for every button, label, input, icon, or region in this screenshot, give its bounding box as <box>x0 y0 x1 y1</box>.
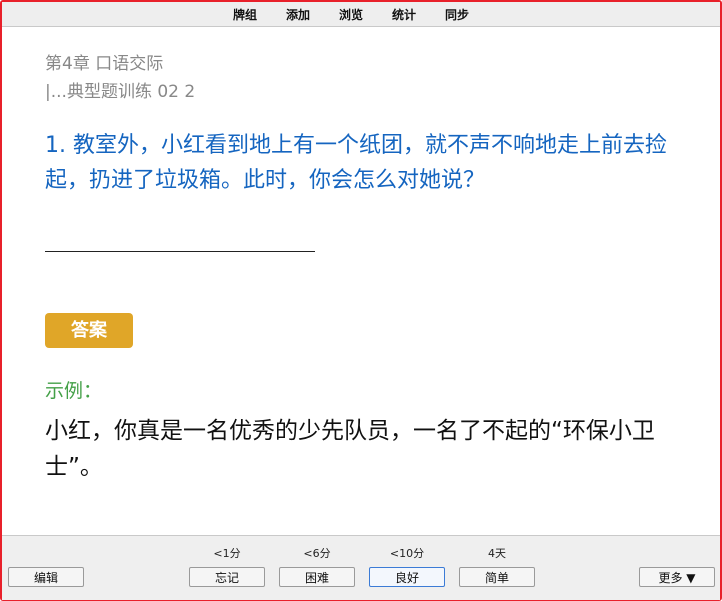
answer-badge: 答案 <box>45 313 133 348</box>
answer-blank-line <box>45 251 315 252</box>
interval-hard: <6分 <box>303 547 331 560</box>
answer-text: 小红，你真是一名优秀的少先队员，一名了不起的“环保小卫士”。 <box>45 418 655 480</box>
question-text: 1. 教室外，小红看到地上有一个纸团，就不声不响地走上前去捡起，扔进了垃圾箱。此… <box>45 133 667 193</box>
deck-name: 第4章 口语交际 <box>45 54 164 74</box>
more-button[interactable]: 更多 ▼ <box>639 567 715 587</box>
interval-easy: 4天 <box>488 547 506 560</box>
top-menu-bar: 牌组 添加 浏览 统计 同步 <box>2 2 720 27</box>
good-button[interactable]: 良好 <box>369 567 445 587</box>
again-button[interactable]: 忘记 <box>189 567 265 587</box>
interval-good: <10分 <box>389 547 425 560</box>
example-label: 示例： <box>45 380 103 402</box>
menu-decks[interactable]: 牌组 <box>233 6 257 23</box>
hard-button[interactable]: 困难 <box>279 567 355 587</box>
answer-bar: 编辑 <1分 忘记 <6分 困难 <10分 良好 4天 简单 更多 ▼ <box>2 535 720 600</box>
subdeck-name: |...典型题训练 02 2 <box>45 82 196 102</box>
menu-sync[interactable]: 同步 <box>445 6 469 23</box>
review-window: 牌组 添加 浏览 统计 同步 第4章 口语交际 |...典型题训练 02 2 1… <box>0 0 722 601</box>
menu-stats[interactable]: 统计 <box>392 6 416 23</box>
interval-again: <1分 <box>213 547 241 560</box>
edit-button[interactable]: 编辑 <box>8 567 84 587</box>
menu-browse[interactable]: 浏览 <box>339 6 363 23</box>
menu-add[interactable]: 添加 <box>286 6 310 23</box>
easy-button[interactable]: 简单 <box>459 567 535 587</box>
card-content: 第4章 口语交际 |...典型题训练 02 2 1. 教室外，小红看到地上有一个… <box>2 27 720 535</box>
